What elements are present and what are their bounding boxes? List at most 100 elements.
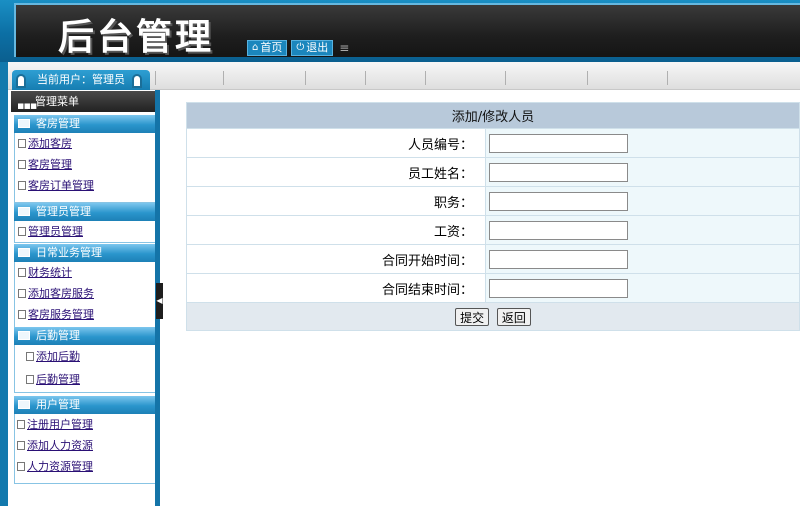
current-user-label: 当前用户：管理员 (37, 73, 125, 86)
menu-link[interactable]: 添加后勤 (36, 346, 80, 367)
menu-group-body: 管理员管理 (14, 221, 157, 243)
user-bar: 当前用户：管理员 (0, 62, 800, 90)
current-user-tab: 当前用户：管理员 (12, 70, 150, 90)
menu-group-header[interactable]: 日常业务管理 (14, 244, 157, 262)
menu-link[interactable]: 财务统计 (28, 262, 72, 283)
tab-divider (155, 71, 156, 85)
menu-link[interactable]: 客房订单管理 (28, 175, 94, 196)
app-title: 后台管理 (58, 17, 215, 58)
menu-group-body: 财务统计 添加客房服务 客房服务管理 (14, 262, 157, 328)
document-icon (17, 462, 25, 471)
contract-end-input[interactable] (489, 278, 628, 298)
menu-group-body: 注册用户管理 添加人力资源 人力资源管理 (14, 414, 157, 484)
menu-group-header[interactable]: 用户管理 (14, 396, 157, 414)
document-icon (17, 420, 25, 429)
document-icon (18, 160, 26, 169)
tab-divider (667, 71, 668, 85)
menu-group-header[interactable]: 客房管理 (14, 115, 157, 133)
tab-divider (505, 71, 506, 85)
menu-item-room-orders[interactable]: 客房订单管理 (15, 175, 156, 196)
form-row: 职务： (186, 186, 800, 216)
tab-divider (305, 71, 306, 85)
document-icon (18, 181, 26, 190)
menu-link[interactable]: 后勤管理 (36, 369, 80, 390)
field-cell (485, 244, 800, 274)
header: 后台管理 ⌂ 首页 ⏻ 退出 ≡ (0, 0, 800, 62)
contract-start-input[interactable] (489, 249, 628, 269)
field-label: 职务： (186, 186, 486, 216)
menu-lines-icon[interactable]: ≡ (337, 40, 351, 56)
menu-link[interactable]: 添加人力资源 (27, 435, 93, 456)
menu-item-admin-manage[interactable]: 管理员管理 (15, 221, 156, 242)
menu-link[interactable]: 添加客房 (28, 133, 72, 154)
staff-id-input[interactable] (489, 133, 628, 153)
menu-title: 管理菜单 (35, 95, 79, 108)
home-icon: ⌂ (252, 42, 259, 53)
field-cell (485, 186, 800, 216)
field-label: 员工姓名： (186, 157, 486, 187)
collapse-sidebar-handle[interactable]: ◀ (156, 283, 163, 319)
field-cell (485, 215, 800, 245)
nav-logout-button[interactable]: ⏻ 退出 (291, 40, 334, 56)
tab-dividers (155, 71, 800, 85)
tab-divider (223, 71, 224, 85)
menu-group-body: 添加客房 客房管理 客房订单管理 (14, 133, 157, 203)
menu-item-room-service-manage[interactable]: 客房服务管理 (15, 304, 156, 325)
menu-item-logistics-manage[interactable]: 后勤管理 (15, 368, 156, 391)
menu-group-rooms: 客房管理 添加客房 客房管理 客房订单管理 (14, 115, 157, 203)
menu-link[interactable]: 管理员管理 (28, 221, 83, 242)
personnel-form: 添加/修改人员 人员编号： 员工姓名： 职务： 工资： 合同开始时间： 合同结束… (186, 102, 800, 331)
document-icon (18, 310, 26, 319)
folder-icon (18, 207, 30, 216)
menu-item-add-hr[interactable]: 添加人力资源 (15, 435, 156, 456)
menu-group-title: 管理员管理 (36, 205, 91, 218)
menu-link[interactable]: 客房服务管理 (28, 304, 94, 325)
document-icon (18, 289, 26, 298)
menu-group-title: 后勤管理 (36, 329, 80, 342)
staff-name-input[interactable] (489, 162, 628, 182)
salary-input[interactable] (489, 220, 628, 240)
menu-item-finance[interactable]: 财务统计 (15, 262, 156, 283)
top-nav: ⌂ 首页 ⏻ 退出 ≡ (247, 40, 351, 56)
field-label: 工资： (186, 215, 486, 245)
menu-group-header[interactable]: 后勤管理 (14, 327, 157, 345)
document-icon (18, 139, 26, 148)
folder-icon (18, 248, 30, 257)
menu-item-add-room[interactable]: 添加客房 (15, 133, 156, 154)
menu-header: ▪▪▪ 管理菜单 (11, 91, 155, 112)
submit-button[interactable]: 提交 (455, 307, 490, 326)
menu-item-hr-manage[interactable]: 人力资源管理 (15, 456, 156, 477)
menu-group-title: 客房管理 (36, 117, 80, 130)
tab-divider (425, 71, 426, 85)
menu-link[interactable]: 注册用户管理 (27, 414, 93, 435)
nav-home-button[interactable]: ⌂ 首页 (247, 40, 288, 56)
menu-link[interactable]: 客房管理 (28, 154, 72, 175)
field-cell (485, 273, 800, 303)
menu-link[interactable]: 添加客房服务 (28, 283, 94, 304)
form-row: 人员编号： (186, 128, 800, 158)
form-row: 员工姓名： (186, 157, 800, 187)
document-icon (18, 227, 26, 236)
menu-item-room-manage[interactable]: 客房管理 (15, 154, 156, 175)
form-button-row: 提交 返回 (186, 302, 800, 331)
menu-item-add-room-service[interactable]: 添加客房服务 (15, 283, 156, 304)
menu-item-registered-users[interactable]: 注册用户管理 (15, 414, 156, 435)
folder-icon (18, 331, 30, 340)
grid-icon: ▪▪▪ (17, 99, 37, 112)
menu-item-add-logistics[interactable]: 添加后勤 (15, 345, 156, 368)
field-label: 合同结束时间： (186, 273, 486, 303)
menu-group-body: 添加后勤 后勤管理 (14, 345, 157, 393)
pin-icon (132, 74, 142, 88)
nav-logout-label: 退出 (306, 41, 329, 54)
nav-home-label: 首页 (260, 41, 283, 54)
menu-group-header[interactable]: 管理员管理 (14, 203, 157, 221)
power-icon: ⏻ (296, 42, 305, 53)
position-input[interactable] (489, 191, 628, 211)
back-button[interactable]: 返回 (496, 307, 531, 326)
menu-group-title: 用户管理 (36, 398, 80, 411)
field-cell (485, 128, 800, 158)
menu-link[interactable]: 人力资源管理 (27, 456, 93, 477)
folder-icon (18, 119, 30, 128)
form-row: 工资： (186, 215, 800, 245)
document-icon (26, 375, 34, 384)
